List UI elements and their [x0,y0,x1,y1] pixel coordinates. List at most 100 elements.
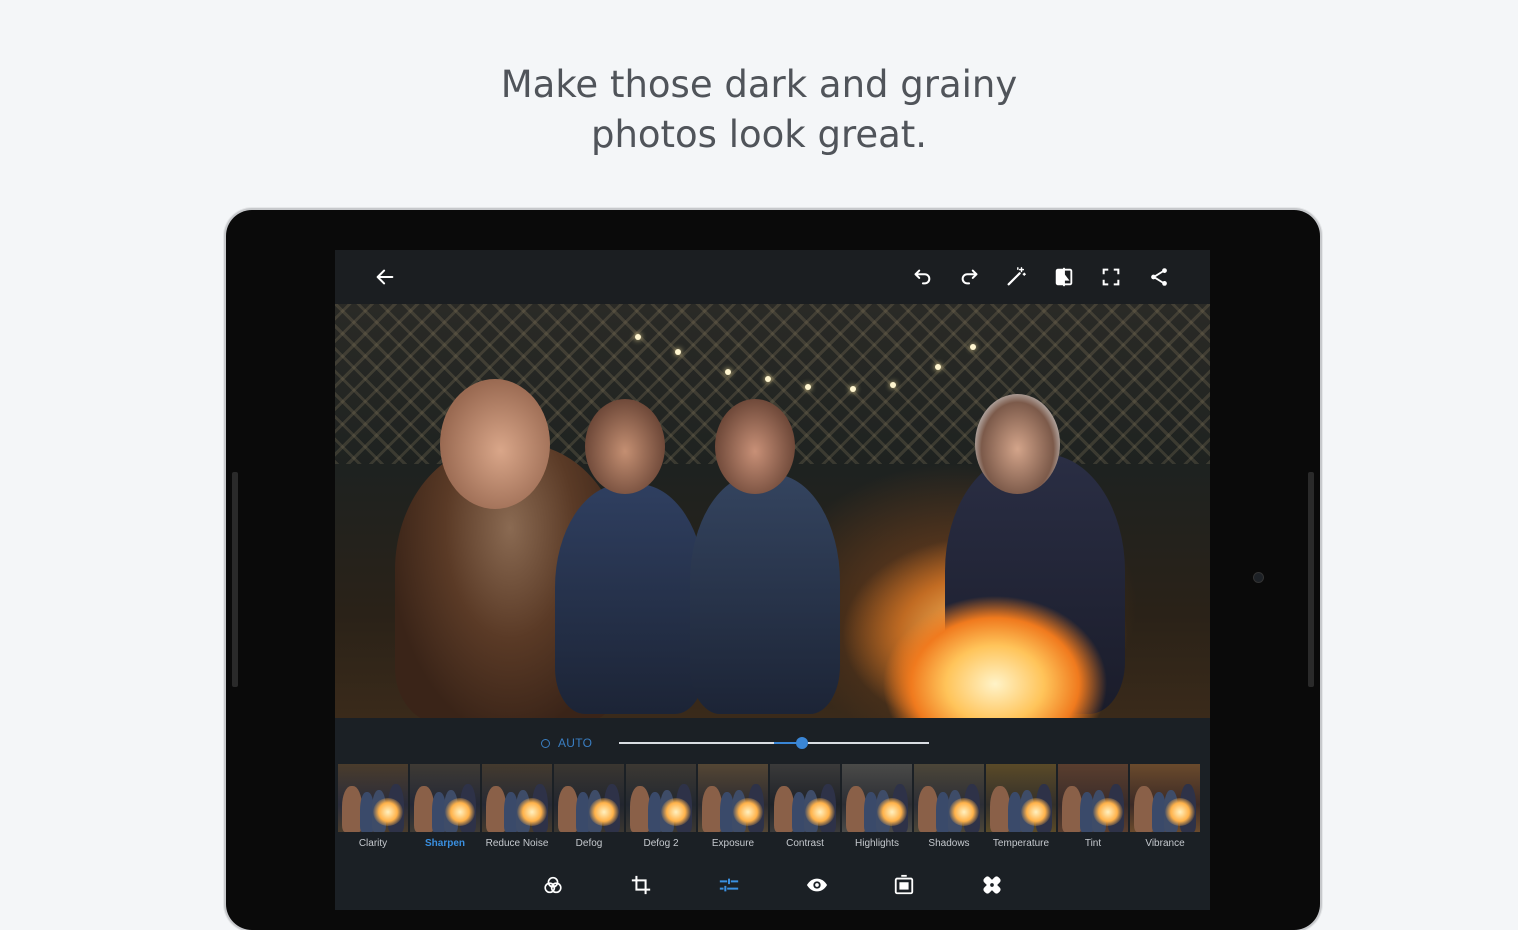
photo-canvas[interactable] [335,304,1210,718]
share-button[interactable] [1145,263,1173,291]
thumbnail-fire [661,798,691,826]
photo-fire [855,524,1135,718]
preset-item[interactable]: Highlights [842,764,912,856]
thumbnail-person [774,786,794,832]
camera-icon [1254,573,1263,582]
auto-label[interactable]: AUTO [558,736,592,750]
photo-string-lights [635,314,995,404]
preset-item[interactable]: Reduce Noise [482,764,552,856]
adjustments-button[interactable] [716,872,742,898]
thumbnail-fire [949,798,979,826]
preset-label: Contrast [786,838,824,849]
thumbnail-person [1134,786,1154,832]
preset-item[interactable]: Contrast [770,764,840,856]
preset-label: Highlights [855,838,899,849]
preset-thumbnail [1130,764,1200,832]
thumbnail-person [1062,786,1082,832]
red-eye-button[interactable] [804,872,830,898]
preset-label: Vibrance [1145,838,1185,849]
headline-line-2: photos look great. [590,113,928,156]
preset-item[interactable]: Shadows [914,764,984,856]
photo-person [555,484,705,714]
top-toolbar [335,250,1210,304]
crop-icon [631,875,651,895]
thumbnail-person [630,786,650,832]
auto-radio[interactable] [541,739,550,748]
thumbnail-fire [589,798,619,826]
looks-icon [544,876,562,894]
preset-item[interactable]: Temperature [986,764,1056,856]
preset-label: Reduce Noise [485,838,549,849]
looks-button[interactable] [540,872,566,898]
preset-item[interactable]: Tint [1058,764,1128,856]
crop-button[interactable] [628,872,654,898]
redo-icon [961,269,978,285]
preset-label: Temperature [992,838,1050,849]
preset-thumbnail [626,764,696,832]
thumbnail-fire [517,798,547,826]
preset-item[interactable]: Clarity [338,764,408,856]
preset-thumbnail [554,764,624,832]
app-screen: AUTO Clarity Sharpen Reduce Noise Defog Defo… [335,250,1210,910]
preset-label: Defog 2 [643,838,679,849]
thumbnail-person [990,786,1010,832]
preset-strip: Clarity Sharpen Reduce Noise Defog Defog 2 Ex… [338,764,1208,856]
healing-icon [983,876,1001,894]
undo-button[interactable] [908,263,936,291]
frame-button[interactable] [891,872,917,898]
fullscreen-icon [1102,268,1120,286]
tablet-side-button [1308,472,1314,687]
preset-thumbnail [1058,764,1128,832]
magic-wand-icon [1007,267,1026,286]
thumbnail-person [414,786,434,832]
redo-button[interactable] [956,263,984,291]
thumbnail-fire [445,798,475,826]
thumbnail-person [846,786,866,832]
preset-item[interactable]: Exposure [698,764,768,856]
photo-person [690,474,840,714]
preset-label: Sharpen [424,838,465,849]
preset-label: Defog [575,838,603,849]
back-arrow-icon [376,269,394,285]
headline-line-1: Make those dark and grainy [500,63,1018,106]
preset-label: Exposure [711,838,755,849]
intensity-slider-thumb[interactable] [795,737,808,749]
photo-person-head [585,399,665,494]
preset-thumbnail [770,764,840,832]
thumbnail-fire [1165,798,1195,826]
thumbnail-fire [373,798,403,826]
fullscreen-button[interactable] [1097,263,1125,291]
healing-button[interactable] [979,872,1005,898]
preset-thumbnail [914,764,984,832]
compare-button[interactable] [1050,263,1078,291]
bottom-toolbar [335,864,1210,910]
thumbnail-fire [877,798,907,826]
thumbnail-person [342,786,362,832]
thumbnail-person [918,786,938,832]
share-icon [1151,268,1167,286]
thumbnail-fire [1021,798,1051,826]
photo-person-head [440,379,550,509]
preset-thumbnail [338,764,408,832]
photo-person-head [975,394,1060,494]
preset-item[interactable]: Sharpen [410,764,480,856]
back-button[interactable] [371,263,399,291]
preset-thumbnail [410,764,480,832]
thumbnail-person [702,786,722,832]
tablet-side-button [232,472,238,687]
preset-label: Tint [1084,838,1102,849]
auto-fix-button[interactable] [1002,263,1030,291]
preset-thumbnail [482,764,552,832]
preset-thumbnail [986,764,1056,832]
thumbnail-person [486,786,506,832]
photo-person-head [715,399,795,494]
undo-icon [914,269,931,285]
preset-thumbnail [698,764,768,832]
adjustments-icon [719,878,739,892]
frame-icon [894,874,914,895]
preset-item[interactable]: Defog 2 [626,764,696,856]
headline: Make those dark and grainy photos look g… [0,60,1518,160]
preset-item[interactable]: Defog [554,764,624,856]
preset-label: Clarity [358,838,388,849]
preset-item[interactable]: Vibrance [1130,764,1200,856]
